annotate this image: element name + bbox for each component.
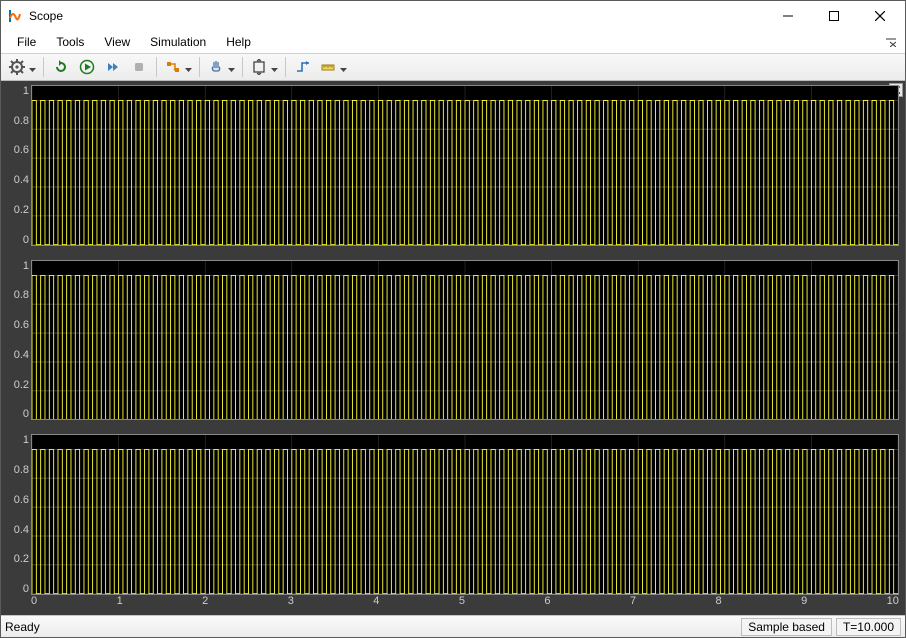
- toolbar: [1, 53, 905, 81]
- autoscale-button[interactable]: [247, 55, 281, 79]
- menu-tools[interactable]: Tools: [46, 33, 94, 51]
- triggers-button[interactable]: [290, 55, 316, 79]
- scope-display: 10.80.60.40.20 10.80.60.40.20 10.80.60.4…: [1, 81, 905, 615]
- menu-file[interactable]: File: [7, 33, 46, 51]
- status-text: Ready: [5, 620, 737, 634]
- axes-1-yticklabels: 10.80.60.40.20: [7, 85, 31, 246]
- separator: [199, 57, 200, 77]
- separator: [242, 57, 243, 77]
- xaxis-row: 012345678910: [7, 595, 899, 613]
- chevron-down-icon: [340, 61, 347, 75]
- axes-2-row: 10.80.60.40.20: [7, 260, 899, 421]
- app-icon: [7, 8, 23, 24]
- axes-2[interactable]: [31, 260, 899, 421]
- axes-3-row: 10.80.60.40.20: [7, 434, 899, 595]
- chevron-down-icon: [228, 61, 235, 75]
- measurements-button[interactable]: [316, 55, 350, 79]
- status-mode: Sample based: [741, 618, 832, 636]
- stop-button[interactable]: [126, 55, 152, 79]
- menu-bar: File Tools View Simulation Help: [1, 31, 905, 53]
- separator: [43, 57, 44, 77]
- chevron-down-icon: [185, 61, 192, 75]
- chevron-down-icon: [271, 61, 278, 75]
- pan-button[interactable]: [204, 55, 238, 79]
- highlight-signal-button[interactable]: [161, 55, 195, 79]
- xaxis-ticklabels: 012345678910: [31, 595, 899, 613]
- step-forward-button[interactable]: [100, 55, 126, 79]
- status-time: T=10.000: [836, 618, 901, 636]
- axes-3[interactable]: [31, 434, 899, 595]
- axes-1-row: 10.80.60.40.20: [7, 85, 899, 246]
- collapse-toolstrip-icon[interactable]: [883, 34, 899, 50]
- close-button[interactable]: [857, 1, 903, 31]
- window-titlebar: Scope: [1, 1, 905, 31]
- restart-button[interactable]: [48, 55, 74, 79]
- status-bar: Ready Sample based T=10.000: [1, 615, 905, 637]
- axes-3-yticklabels: 10.80.60.40.20: [7, 434, 31, 595]
- axes-stack: 10.80.60.40.20 10.80.60.40.20 10.80.60.4…: [7, 85, 899, 613]
- configure-button[interactable]: [5, 55, 39, 79]
- separator: [285, 57, 286, 77]
- menu-view[interactable]: View: [94, 33, 140, 51]
- chevron-down-icon: [29, 61, 36, 75]
- maximize-button[interactable]: [811, 1, 857, 31]
- menu-simulation[interactable]: Simulation: [140, 33, 216, 51]
- menu-help[interactable]: Help: [216, 33, 261, 51]
- axes-2-yticklabels: 10.80.60.40.20: [7, 260, 31, 421]
- separator: [156, 57, 157, 77]
- window-title: Scope: [29, 9, 765, 23]
- minimize-button[interactable]: [765, 1, 811, 31]
- axes-1[interactable]: [31, 85, 899, 246]
- play-button[interactable]: [74, 55, 100, 79]
